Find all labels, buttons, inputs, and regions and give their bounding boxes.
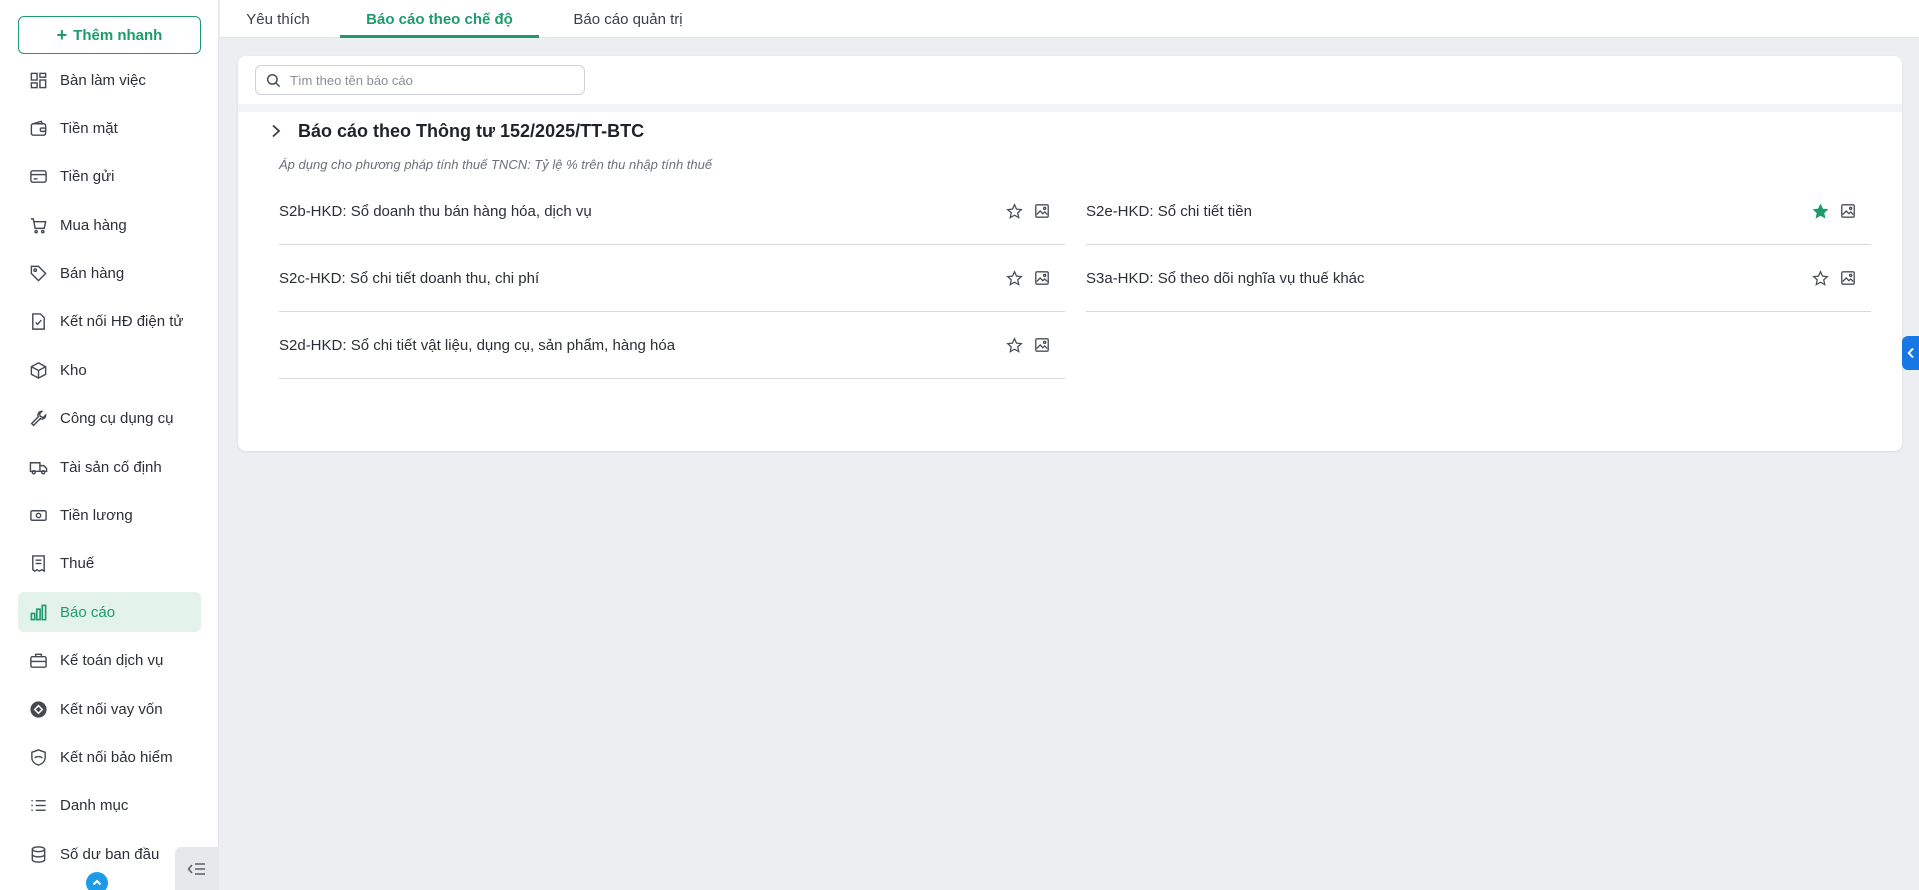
star-filled-icon[interactable] [1811, 202, 1829, 220]
list-icon [28, 796, 48, 816]
sidebar-item-tien-gui[interactable]: Tiền gửi [18, 157, 201, 197]
sidebar-item-cong-cu-dung-cu[interactable]: Công cụ dụng cụ [18, 399, 201, 439]
sidebar-item-ket-noi-vay-von[interactable]: Kết nối vay vốn [18, 689, 201, 729]
sidebar-item-bao-cao[interactable]: Báo cáo [18, 592, 201, 633]
shield-icon [28, 747, 48, 767]
section-title: Báo cáo theo Thông tư 152/2025/TT-BTC [298, 120, 645, 141]
sidebar-item-ke-toan-dich-vu[interactable]: Kế toán dịch vụ [18, 641, 201, 681]
sidebar-item-label: Kho [60, 361, 87, 379]
sidebar-item-ket-noi-bao-hiem[interactable]: Kết nối bảo hiểm [18, 737, 201, 777]
image-preview-icon[interactable] [1839, 269, 1857, 287]
app-root: + Thêm nhanh Bàn làm việc Tiền mặt Tiền … [0, 0, 1919, 890]
collapse-sidebar-button[interactable] [175, 847, 219, 890]
image-preview-icon[interactable] [1033, 336, 1051, 354]
sidebar-item-tien-mat[interactable]: Tiền mặt [18, 108, 201, 148]
quick-add-button[interactable]: + Thêm nhanh [18, 16, 201, 54]
image-preview-icon[interactable] [1839, 202, 1857, 220]
sidebar-item-label: Kết nối vay vốn [60, 700, 163, 718]
sidebar-item-kho[interactable]: Kho [18, 350, 201, 390]
tab-bao-cao-quan-tri[interactable]: Báo cáo quản trị [560, 0, 696, 38]
image-preview-icon[interactable] [1033, 269, 1051, 287]
top-tab-bar: Yêu thích Báo cáo theo chế độ Báo cáo qu… [220, 0, 1919, 38]
wallet-icon [28, 118, 48, 138]
database-icon [28, 844, 48, 864]
report-name: S3a-HKD: Sổ theo dõi nghĩa vụ thuế khác [1086, 269, 1365, 287]
image-preview-icon[interactable] [1033, 202, 1051, 220]
search-icon [256, 73, 290, 88]
credit-card-icon [28, 167, 48, 187]
tab-yeu-thich[interactable]: Yêu thích [242, 0, 314, 38]
wrench-icon [28, 409, 48, 429]
sidebar-item-label: Báo cáo [60, 603, 116, 621]
scroll-up-button[interactable] [86, 872, 108, 890]
sidebar-item-label: Công cụ dụng cụ [60, 410, 174, 428]
sidebar-item-label: Tiền gửi [60, 168, 115, 186]
sidebar-item-label: Mua hàng [60, 216, 127, 234]
cart-icon [28, 215, 48, 235]
sidebar-item-tai-san-co-dinh[interactable]: Tài sản cố định [18, 447, 201, 487]
sidebar-item-label: Số dư ban đầu [60, 845, 160, 863]
tab-bao-cao-theo-che-do[interactable]: Báo cáo theo chế độ [340, 0, 539, 38]
search-input[interactable] [290, 72, 584, 88]
briefcase-icon [28, 651, 48, 671]
tag-icon [28, 264, 48, 284]
sidebar-item-tien-luong[interactable]: Tiền lương [18, 496, 201, 536]
chevron-up-icon [92, 879, 102, 886]
report-name: S2c-HKD: Sổ chi tiết doanh thu, chi phí [279, 269, 540, 287]
tab-label: Báo cáo theo chế độ [366, 10, 513, 28]
sidebar-item-so-du-ban-dau[interactable]: Số dư ban đầu [18, 834, 201, 874]
plus-icon: + [56, 25, 68, 45]
sidebar-item-label: Danh mục [60, 797, 129, 815]
sidebar-item-mua-hang[interactable]: Mua hàng [18, 205, 201, 245]
sidebar-item-label: Bán hàng [60, 265, 125, 283]
bar-chart-icon [28, 602, 48, 622]
star-icon[interactable] [1811, 269, 1829, 287]
report-item[interactable]: S2b-HKD: Sổ doanh thu bán hàng hóa, dịch… [279, 178, 1065, 245]
reports-card: Báo cáo theo Thông tư 152/2025/TT-BTC Áp… [238, 56, 1902, 451]
tab-label: Yêu thích [246, 10, 310, 28]
search-box [255, 65, 585, 95]
sidebar-item-label: Tiền lương [60, 507, 133, 525]
sidebar-nav: Bàn làm việc Tiền mặt Tiền gửi Mua hàng [18, 60, 201, 883]
report-name: S2e-HKD: Sổ chi tiết tiền [1086, 202, 1252, 220]
sidebar-item-label: Bàn làm việc [60, 71, 146, 89]
sidebar-item-label: Kết nối HĐ điện tử [60, 313, 184, 331]
collapse-icon [187, 862, 205, 875]
star-icon[interactable] [1005, 269, 1023, 287]
sidebar-item-ban-hang[interactable]: Bán hàng [18, 254, 201, 294]
sidebar-item-ket-noi-hd-dien-tu[interactable]: Kết nối HĐ điện tử [18, 302, 201, 342]
star-icon[interactable] [1005, 202, 1023, 220]
sidebar-item-label: Tiền mặt [60, 119, 118, 137]
sidebar-item-danh-muc[interactable]: Danh mục [18, 786, 201, 826]
sidebar-item-thue[interactable]: Thuế [18, 544, 201, 584]
sidebar-item-label: Kế toán dịch vụ [60, 652, 164, 670]
loan-icon [28, 699, 48, 719]
report-name: S2b-HKD: Sổ doanh thu bán hàng hóa, dịch… [279, 202, 592, 220]
sidebar-item-label: Kết nối bảo hiểm [60, 748, 173, 766]
box-icon [28, 360, 48, 380]
cash-icon [28, 506, 48, 526]
tab-label: Báo cáo quản trị [573, 10, 683, 28]
side-panel-toggle[interactable] [1902, 336, 1919, 370]
report-name: S2d-HKD: Sổ chi tiết vật liệu, dụng cụ, … [279, 336, 676, 354]
sidebar-item-label: Thuế [60, 555, 95, 573]
report-item[interactable]: S2d-HKD: Sổ chi tiết vật liệu, dụng cụ, … [279, 312, 1065, 379]
star-icon[interactable] [1005, 336, 1023, 354]
sidebar-item-label: Tài sản cố định [60, 458, 162, 476]
dashboard-icon [28, 70, 48, 90]
report-item[interactable]: S3a-HKD: Sổ theo dõi nghĩa vụ thuế khác [1086, 245, 1871, 312]
quick-add-label: Thêm nhanh [73, 26, 163, 44]
chevron-right-icon[interactable] [268, 123, 284, 139]
sidebar-item-ban-lam-viec[interactable]: Bàn làm việc [18, 60, 201, 100]
report-item[interactable]: S2e-HKD: Sổ chi tiết tiền [1086, 178, 1871, 245]
section-header: Báo cáo theo Thông tư 152/2025/TT-BTC [268, 116, 644, 146]
chevron-left-icon [1906, 347, 1914, 359]
section-note: Áp dụng cho phương pháp tính thuế TNCN: … [279, 157, 713, 172]
report-item[interactable]: S2c-HKD: Sổ chi tiết doanh thu, chi phí [279, 245, 1065, 312]
sidebar: + Thêm nhanh Bàn làm việc Tiền mặt Tiền … [0, 0, 219, 890]
receipt-icon [28, 554, 48, 574]
section-divider [238, 104, 1902, 112]
e-invoice-icon [28, 312, 48, 332]
truck-icon [28, 457, 48, 477]
